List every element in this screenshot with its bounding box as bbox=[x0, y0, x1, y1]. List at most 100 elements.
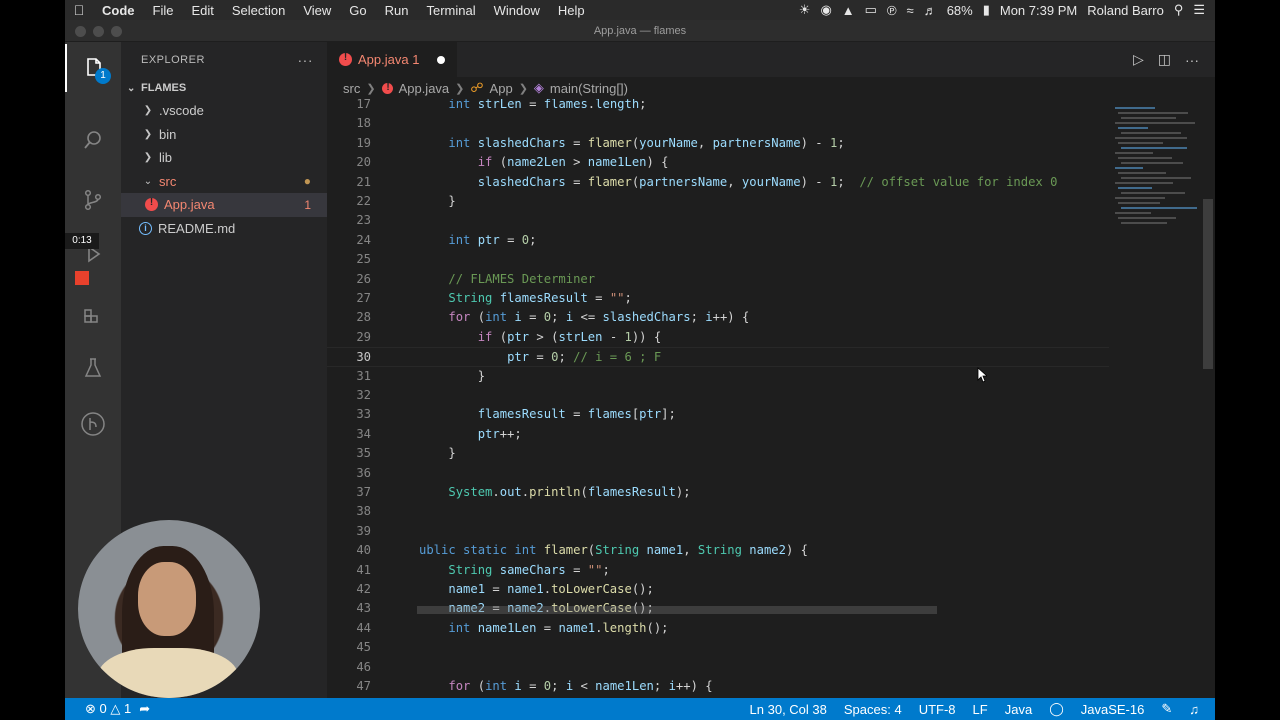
line-number: 30 bbox=[356, 350, 371, 365]
minimap-line bbox=[1121, 132, 1181, 134]
chevron-right-icon: ❯ bbox=[366, 82, 376, 95]
scrollbar-thumb[interactable] bbox=[1203, 199, 1213, 369]
menu-view[interactable]: View bbox=[294, 3, 340, 18]
explorer-badge: 1 bbox=[95, 68, 111, 84]
code-line[interactable]: 23 bbox=[327, 211, 1109, 230]
battery-icon[interactable]: ▮ bbox=[983, 2, 990, 18]
code-line[interactable]: 33 flamesResult = flames[ptr]; bbox=[327, 405, 1109, 424]
search-icon[interactable] bbox=[65, 116, 121, 164]
bluetooth-icon[interactable]: ℗ bbox=[887, 3, 897, 18]
code-line[interactable]: 39 bbox=[327, 522, 1109, 541]
code-line[interactable]: 26 // FLAMES Determiner bbox=[327, 270, 1109, 289]
notification-center-icon[interactable]: ☰ bbox=[1193, 2, 1205, 18]
brightness-icon[interactable]: ☀ bbox=[799, 2, 811, 18]
menu-file[interactable]: File bbox=[144, 3, 183, 18]
code-line[interactable]: 29 if (ptr > (strLen - 1)) { bbox=[327, 328, 1109, 347]
run-code-icon[interactable]: ▷ bbox=[1133, 51, 1144, 68]
split-editor-icon[interactable]: ◫ bbox=[1158, 51, 1171, 68]
user-name[interactable]: Roland Barro bbox=[1087, 3, 1164, 18]
menu-terminal[interactable]: Terminal bbox=[418, 3, 485, 18]
clock[interactable]: Mon 7:39 PM bbox=[1000, 3, 1077, 18]
source-control-icon[interactable] bbox=[65, 176, 121, 224]
code-line[interactable]: 42 name1 = name1.toLowerCase(); bbox=[327, 580, 1109, 599]
tree-item-bin[interactable]: ❯ bin bbox=[121, 123, 327, 147]
end-of-line[interactable]: LF bbox=[973, 702, 988, 717]
code-line[interactable]: 31 } bbox=[327, 367, 1109, 386]
testing-flask-icon[interactable] bbox=[65, 344, 121, 392]
code-line[interactable]: 27 String flamesResult = ""; bbox=[327, 289, 1109, 308]
spotlight-search-icon[interactable]: ⚲ bbox=[1174, 2, 1184, 18]
code-line[interactable]: 32 bbox=[327, 386, 1109, 405]
code-line[interactable]: 21 slashedChars = flamer(partnersName, y… bbox=[327, 173, 1109, 192]
breadcrumb-file[interactable]: App.java bbox=[399, 81, 450, 96]
code-line[interactable]: 40 ublic static int flamer(String name1, … bbox=[327, 541, 1109, 560]
code-line[interactable]: 41 String sameChars = ""; bbox=[327, 561, 1109, 580]
folder-section-header[interactable]: ⌄ FLAMES bbox=[121, 77, 327, 99]
stop-recording-button[interactable] bbox=[75, 271, 89, 285]
code-line[interactable]: 25 bbox=[327, 250, 1109, 269]
menu-edit[interactable]: Edit bbox=[182, 3, 222, 18]
tree-item-app-java[interactable]: App.java 1 bbox=[121, 193, 327, 217]
tab-app-java[interactable]: App.java 1 bbox=[327, 42, 458, 77]
breadcrumb-class[interactable]: App bbox=[490, 81, 513, 96]
drive-icon[interactable]: ▲ bbox=[842, 3, 855, 18]
unsaved-dot-icon[interactable] bbox=[437, 55, 446, 64]
code-line[interactable]: 37 System.out.println(flamesResult); bbox=[327, 483, 1109, 502]
horizontal-scrollbar[interactable] bbox=[417, 606, 937, 614]
more-actions-icon[interactable]: ··· bbox=[298, 52, 314, 68]
menu-help[interactable]: Help bbox=[549, 3, 594, 18]
menu-window[interactable]: Window bbox=[485, 3, 549, 18]
code-line[interactable]: 28 for (int i = 0; i <= slashedChars; i+… bbox=[327, 308, 1109, 327]
code-line[interactable]: 17 int strLen = flames.length; bbox=[327, 99, 1109, 114]
code-line[interactable]: 24 int ptr = 0; bbox=[327, 231, 1109, 250]
menu-run[interactable]: Run bbox=[376, 3, 418, 18]
java-runtime[interactable]: JavaSE-16 bbox=[1081, 702, 1145, 717]
more-actions-icon[interactable]: ··· bbox=[1185, 52, 1199, 68]
encoding[interactable]: UTF-8 bbox=[919, 702, 956, 717]
tree-item-lib[interactable]: ❯ lib bbox=[121, 146, 327, 170]
code-line[interactable]: 46 bbox=[327, 658, 1109, 677]
volume-icon[interactable]: ♬ bbox=[924, 3, 937, 18]
indentation[interactable]: Spaces: 4 bbox=[844, 702, 902, 717]
wifi-icon[interactable]: ≈ bbox=[907, 3, 914, 18]
code-line[interactable]: 47 for (int i = 0; i < name1Len; i++) { bbox=[327, 677, 1109, 696]
airplay-icon[interactable]: ▭ bbox=[865, 2, 877, 18]
close-window-button[interactable] bbox=[75, 26, 86, 37]
breadcrumb-method[interactable]: main(String[]) bbox=[550, 81, 628, 96]
vertical-scrollbar[interactable] bbox=[1201, 99, 1215, 698]
git-graph-icon[interactable] bbox=[65, 400, 121, 448]
code-line[interactable]: 19 int slashedChars = flamer(yourName, p… bbox=[327, 134, 1109, 153]
tree-item-src[interactable]: ⌄ src ● bbox=[121, 170, 327, 194]
code-line[interactable]: 22 } bbox=[327, 192, 1109, 211]
code-line[interactable]: 20 if (name2Len > name1Len) { bbox=[327, 153, 1109, 172]
notifications-bell-icon[interactable]: ♫ bbox=[1189, 702, 1199, 717]
code-line[interactable]: 44 int name1Len = name1.length(); bbox=[327, 619, 1109, 638]
code-line[interactable]: 38 bbox=[327, 502, 1109, 521]
menu-selection[interactable]: Selection bbox=[223, 3, 294, 18]
code-line[interactable]: 35 } bbox=[327, 444, 1109, 463]
code-line[interactable]: 45 bbox=[327, 638, 1109, 657]
menu-go[interactable]: Go bbox=[340, 3, 375, 18]
code-line[interactable]: 34 ptr++; bbox=[327, 425, 1109, 444]
code-line[interactable]: 18 bbox=[327, 114, 1109, 133]
window-title: App.java — flames bbox=[593, 25, 687, 37]
code-line[interactable]: 30 ptr = 0; // i = 6 ; F bbox=[327, 347, 1109, 367]
thumbs-icon[interactable]: ◯ bbox=[1049, 701, 1064, 717]
minimap[interactable] bbox=[1109, 99, 1201, 698]
apple-menu-icon[interactable]:  bbox=[65, 2, 93, 18]
explorer-icon[interactable]: 1 bbox=[65, 44, 121, 92]
tree-item-readme[interactable]: i README.md bbox=[121, 217, 327, 241]
recorder-icon[interactable]: ◉ bbox=[820, 2, 831, 18]
language-mode[interactable]: Java bbox=[1005, 702, 1032, 717]
zoom-window-button[interactable] bbox=[111, 26, 122, 37]
tree-item-vscode[interactable]: ❯ .vscode bbox=[121, 99, 327, 123]
extensions-icon[interactable] bbox=[65, 290, 121, 338]
minimize-window-button[interactable] bbox=[93, 26, 104, 37]
feedback-icon[interactable]: ✎ bbox=[1161, 701, 1172, 717]
breadcrumb-src[interactable]: src bbox=[343, 81, 360, 96]
code-line[interactable]: 36 bbox=[327, 464, 1109, 483]
live-share-icon[interactable]: ➦ bbox=[139, 701, 150, 717]
problems-indicator[interactable]: ⊗ 0 △ 1 bbox=[85, 701, 131, 717]
menu-app-name[interactable]: Code bbox=[93, 3, 144, 18]
cursor-position[interactable]: Ln 30, Col 38 bbox=[750, 702, 827, 717]
